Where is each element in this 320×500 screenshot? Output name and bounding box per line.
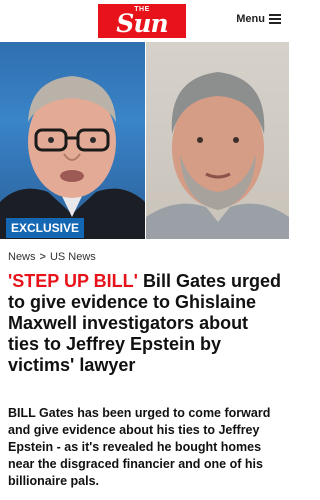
- menu-button[interactable]: Menu: [236, 13, 281, 25]
- article-headline: 'STEP UP BILL' Bill Gates urged to give …: [8, 271, 284, 376]
- menu-label: Menu: [236, 13, 265, 25]
- exclusive-badge: EXCLUSIVE: [6, 218, 85, 238]
- breadcrumb-us-news[interactable]: US News: [50, 251, 96, 263]
- logo-the-text: THE: [134, 6, 150, 13]
- top-bar: THE Sun Menu: [0, 0, 289, 42]
- photo-bill-gates: [0, 42, 145, 239]
- breadcrumb-news[interactable]: News: [8, 251, 36, 263]
- hero-image: EXCLUSIVE: [0, 42, 289, 239]
- hamburger-icon: [269, 14, 281, 24]
- portrait-right-graphic: [146, 72, 289, 239]
- breadcrumb: News > US News: [8, 251, 96, 263]
- the-sun-logo[interactable]: THE Sun: [98, 4, 186, 38]
- portrait-left-graphic: [0, 76, 145, 239]
- photo-jeffrey-epstein: [146, 42, 289, 239]
- headline-kicker: 'STEP UP BILL': [8, 271, 138, 291]
- breadcrumb-separator-icon: >: [39, 251, 46, 263]
- article-standfirst: BILL Gates has been urged to come forwar…: [8, 406, 271, 488]
